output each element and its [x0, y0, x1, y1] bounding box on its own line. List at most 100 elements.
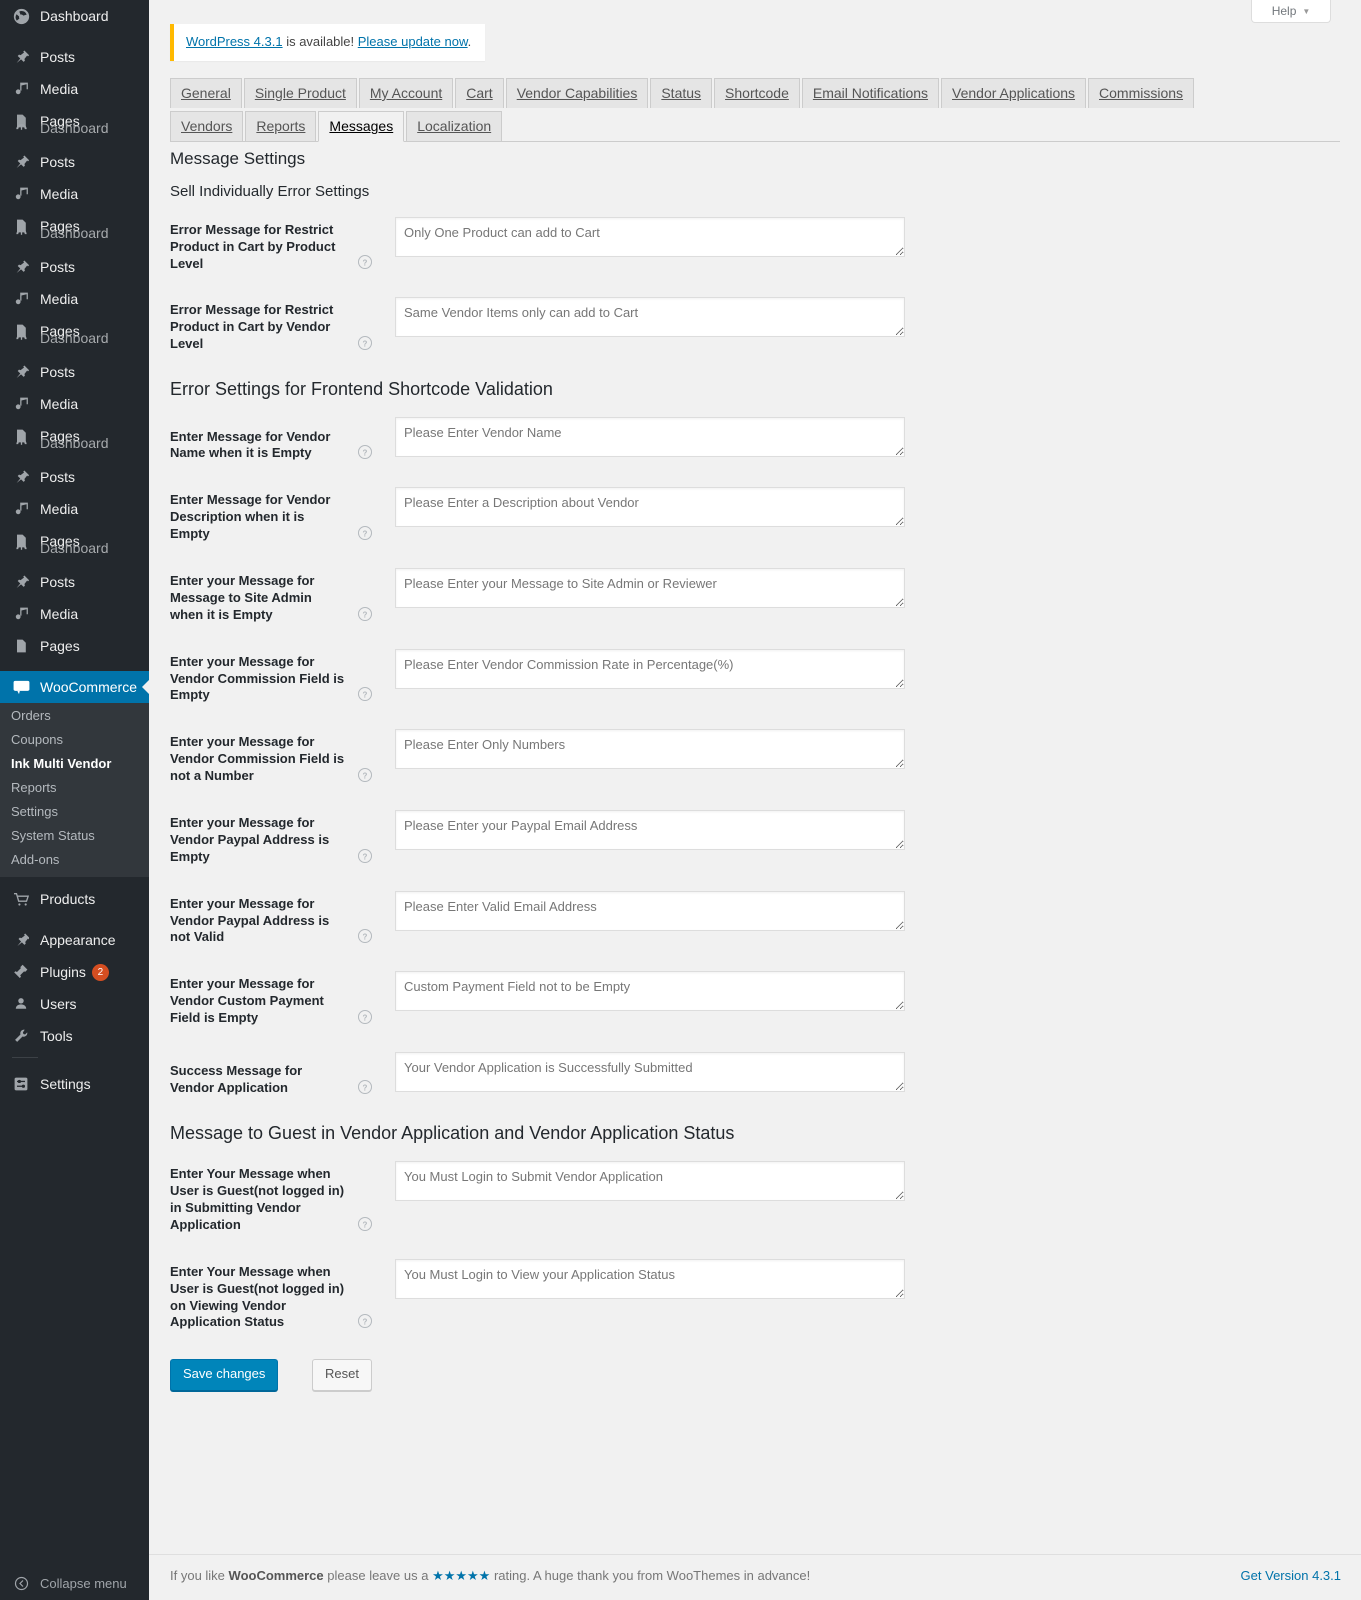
- tab-vendors[interactable]: Vendors: [170, 111, 244, 141]
- field-input-cell: Please Enter your Message to Site Admin …: [385, 553, 1340, 634]
- sidebar-item-tools[interactable]: Tools: [0, 1020, 149, 1052]
- sidebar-item-label: Pages: [40, 323, 80, 339]
- submenu-item-orders[interactable]: Orders: [0, 704, 149, 728]
- tab-reports[interactable]: Reports: [245, 111, 317, 141]
- message-textarea[interactable]: Please Enter Only Numbers: [395, 729, 905, 770]
- sidebar-item-appearance[interactable]: Appearance: [0, 924, 149, 956]
- field-input-cell: Custom Payment Field not to be Empty: [385, 956, 1340, 1037]
- submenu-item-ink-multi-vendor[interactable]: Ink Multi Vendor: [0, 752, 149, 776]
- sidebar-item-media[interactable]: Media: [0, 388, 149, 420]
- sidebar-item-pages[interactable]: Pages Dashboard: [0, 210, 149, 242]
- sidebar-item-posts[interactable]: Posts: [0, 41, 149, 73]
- sidebar-item-media[interactable]: Media: [0, 283, 149, 315]
- sidebar-item-pages[interactable]: Pages Dashboard: [0, 105, 149, 137]
- tab-single-product[interactable]: Single Product: [243, 78, 357, 108]
- message-textarea[interactable]: Same Vendor Items only can add to Cart: [395, 297, 905, 338]
- sidebar-item-posts[interactable]: Posts: [0, 356, 149, 388]
- tab-vendor-capabilities[interactable]: Vendor Capabilities: [505, 78, 649, 108]
- help-icon[interactable]: ?: [357, 848, 373, 864]
- tab-cart[interactable]: Cart: [455, 78, 504, 108]
- tab-general[interactable]: General: [170, 78, 242, 108]
- submenu-item-settings[interactable]: Settings: [0, 800, 149, 824]
- submenu-item-coupons[interactable]: Coupons: [0, 728, 149, 752]
- pin-icon: [11, 257, 31, 277]
- sidebar-item-media[interactable]: Media: [0, 178, 149, 210]
- get-version-link[interactable]: Get Version 4.3.1: [1241, 1568, 1341, 1583]
- submenu-label: System Status: [11, 828, 95, 843]
- sidebar-item-media[interactable]: Media: [0, 493, 149, 525]
- message-textarea[interactable]: Only One Product can add to Cart: [395, 216, 905, 257]
- sidebar-item-woocommerce[interactable]: WooCommerce: [0, 671, 149, 703]
- help-icon[interactable]: ?: [357, 606, 373, 622]
- message-textarea[interactable]: Your Vendor Application is Successfully …: [395, 1052, 905, 1093]
- sidebar-item-pages[interactable]: Pages: [0, 630, 149, 662]
- tab-status[interactable]: Status: [650, 78, 713, 108]
- sidebar-item-posts[interactable]: Posts: [0, 566, 149, 598]
- message-textarea[interactable]: Please Enter your Paypal Email Address: [395, 810, 905, 851]
- settings-icon: [11, 1074, 31, 1094]
- sidebar-item-pages[interactable]: Pages Dashboard: [0, 420, 149, 452]
- svg-text:?: ?: [363, 933, 368, 942]
- field-label: Enter Message for Vendor Description whe…: [170, 492, 331, 542]
- update-now-link[interactable]: Please update now: [358, 34, 468, 49]
- message-textarea[interactable]: Please Enter Valid Email Address: [395, 890, 905, 931]
- help-icon[interactable]: ?: [357, 686, 373, 702]
- sidebar-item-dashboard[interactable]: Dashboard: [0, 0, 149, 32]
- sidebar-item-label: Pages: [40, 533, 80, 549]
- reset-button[interactable]: Reset: [312, 1359, 372, 1391]
- help-icon[interactable]: ?: [357, 928, 373, 944]
- help-icon[interactable]: ?: [357, 767, 373, 783]
- submenu-item-system-status[interactable]: System Status: [0, 824, 149, 848]
- help-icon[interactable]: ?: [357, 1079, 373, 1095]
- field-label: Enter Your Message when User is Guest(no…: [170, 1166, 345, 1232]
- section3-fields-table: Enter Your Message when User is Guest(no…: [170, 1146, 1340, 1341]
- sidebar-item-plugins[interactable]: Plugins 2: [0, 956, 149, 988]
- sidebar-item-settings[interactable]: Settings: [0, 1068, 149, 1100]
- pages-icon: [11, 426, 31, 446]
- help-icon[interactable]: ?: [357, 335, 373, 351]
- sidebar-item-label: WooCommerce: [40, 679, 137, 695]
- field-label-cell: Enter Message for Vendor Name when it is…: [170, 402, 385, 472]
- message-textarea[interactable]: Custom Payment Field not to be Empty: [395, 971, 905, 1012]
- message-textarea[interactable]: Please Enter a Description about Vendor: [395, 487, 905, 528]
- tab-localization[interactable]: Localization: [406, 111, 503, 141]
- sidebar-item-media[interactable]: Media: [0, 73, 149, 105]
- submenu-item-add-ons[interactable]: Add-ons: [0, 848, 149, 872]
- submenu-label: Ink Multi Vendor: [11, 756, 112, 771]
- help-icon[interactable]: ?: [357, 1313, 373, 1329]
- help-icon[interactable]: ?: [357, 525, 373, 541]
- tab-commissions[interactable]: Commissions: [1088, 78, 1195, 108]
- tab-email-notifications[interactable]: Email Notifications: [801, 78, 940, 108]
- field-row: Enter your Message for Vendor Custom Pay…: [170, 956, 1340, 1037]
- help-tab-button[interactable]: Help ▼: [1251, 0, 1331, 23]
- sidebar-item-pages[interactable]: Pages Dashboard: [0, 525, 149, 557]
- sidebar-item-posts[interactable]: Posts: [0, 461, 149, 493]
- message-textarea[interactable]: Please Enter Vendor Name: [395, 417, 905, 458]
- media-icon: [11, 79, 31, 99]
- sidebar-item-products[interactable]: Products: [0, 883, 149, 915]
- sidebar-item-media[interactable]: Media: [0, 598, 149, 630]
- sidebar-item-label: Posts: [40, 574, 76, 590]
- submenu-item-reports[interactable]: Reports: [0, 776, 149, 800]
- sidebar-item-pages[interactable]: Pages Dashboard: [0, 315, 149, 347]
- message-textarea[interactable]: You Must Login to View your Application …: [395, 1258, 905, 1299]
- help-icon[interactable]: ?: [357, 1216, 373, 1232]
- sidebar-item-posts[interactable]: Posts: [0, 251, 149, 283]
- message-textarea[interactable]: Please Enter Vendor Commission Rate in P…: [395, 648, 905, 689]
- pin-icon: [11, 362, 31, 382]
- help-icon[interactable]: ?: [357, 254, 373, 270]
- help-icon[interactable]: ?: [357, 444, 373, 460]
- sidebar-item-users[interactable]: Users: [0, 988, 149, 1020]
- wordpress-version-link[interactable]: WordPress 4.3.1: [186, 34, 283, 49]
- collapse-menu-button[interactable]: Collapse menu: [0, 1566, 149, 1600]
- save-changes-button[interactable]: Save changes: [170, 1359, 279, 1391]
- tab-messages[interactable]: Messages: [318, 111, 405, 142]
- tab-vendor-applications[interactable]: Vendor Applications: [941, 78, 1087, 108]
- sidebar-item-posts[interactable]: Posts: [0, 146, 149, 178]
- tab-my-account[interactable]: My Account: [358, 78, 454, 108]
- tab-shortcode[interactable]: Shortcode: [714, 78, 800, 108]
- message-textarea[interactable]: Please Enter your Message to Site Admin …: [395, 568, 905, 608]
- rating-stars[interactable]: ★★★★★: [432, 1568, 490, 1583]
- help-icon[interactable]: ?: [357, 1009, 373, 1025]
- message-textarea[interactable]: You Must Login to Submit Vendor Applicat…: [395, 1161, 905, 1202]
